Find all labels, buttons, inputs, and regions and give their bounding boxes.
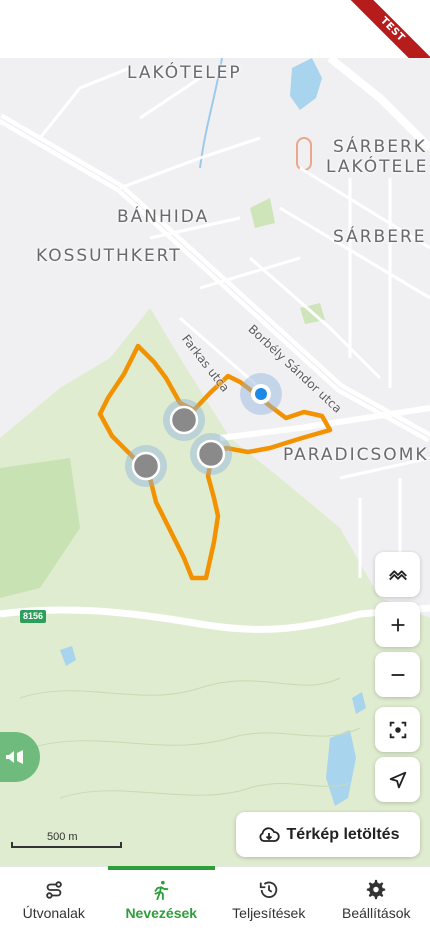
zoom-out-button[interactable]	[375, 652, 420, 697]
focus-route-button[interactable]	[375, 707, 420, 752]
nav-label-routes: Útvonalak	[22, 905, 85, 921]
plus-icon	[391, 618, 404, 631]
megaphone-icon	[6, 750, 23, 764]
focus-icon	[389, 721, 406, 738]
bottom-navigation: Útvonalak Nevezések Teljesítések Beállít…	[0, 866, 430, 932]
place-label-kossuthkert: KOSSUTHKERT	[36, 246, 182, 266]
minus-icon	[391, 673, 404, 676]
map-scale-bar: 500 m	[11, 831, 122, 848]
road-number-badge: 8156	[20, 610, 46, 623]
route-icon	[45, 881, 62, 899]
layers-icon	[388, 569, 407, 580]
nav-item-entries[interactable]: Nevezések	[107, 866, 215, 932]
map-download-button[interactable]: Térkép letöltés	[236, 812, 420, 857]
map-view[interactable]: LAKÓTELEP SÁRBERK LAKÓTELE BÁNHIDA KOSSU…	[0, 58, 430, 866]
zoom-in-button[interactable]	[375, 602, 420, 647]
nav-active-indicator	[323, 866, 430, 870]
place-label-sarberek: SÁRBERK	[333, 137, 427, 157]
scale-label: 500 m	[47, 831, 78, 843]
navigation-arrow-icon	[389, 771, 406, 788]
nav-label-settings: Beállítások	[342, 905, 411, 921]
nav-active-indicator	[0, 866, 108, 870]
nav-active-indicator	[107, 866, 215, 870]
place-label-paradicsom: PARADICSOMK	[283, 445, 429, 465]
gear-icon	[367, 879, 386, 900]
place-label-lakotelep: LAKÓTELEP	[127, 63, 242, 83]
nav-item-completions[interactable]: Teljesítések	[215, 867, 323, 932]
runner-icon	[154, 880, 169, 901]
nav-label-entries: Nevezések	[125, 905, 198, 921]
history-icon	[259, 881, 277, 899]
nav-item-settings[interactable]: Beállítások	[323, 867, 430, 932]
my-location-button[interactable]	[375, 757, 420, 802]
map-layers-button[interactable]	[375, 552, 420, 597]
nav-active-indicator	[215, 866, 323, 870]
nav-item-routes[interactable]: Útvonalak	[0, 867, 108, 932]
cloud-download-icon	[259, 826, 280, 842]
map-download-label: Térkép letöltés	[286, 825, 400, 843]
place-label-banhida: BÁNHIDA	[117, 207, 210, 227]
place-label-sarbereg: SÁRBERE	[333, 227, 427, 247]
place-label-sarberek-lakotelep: LAKÓTELE	[326, 157, 429, 177]
nav-label-completions: Teljesítések	[232, 905, 306, 921]
